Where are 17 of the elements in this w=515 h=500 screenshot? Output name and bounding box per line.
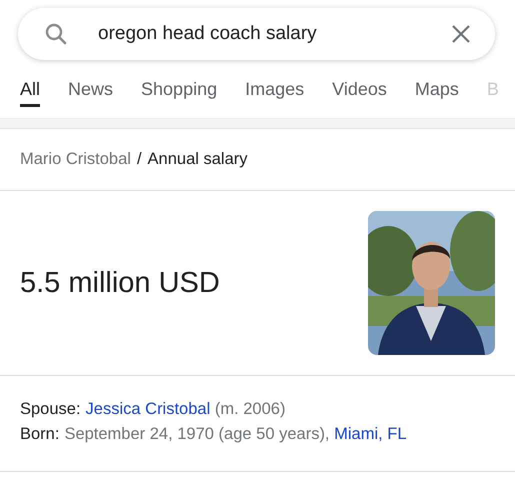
salary-value: 5.5 million USD — [20, 266, 220, 300]
fact-line: Spouse: Jessica Cristobal (m. 2006) — [20, 399, 286, 420]
tab[interactable]: Shopping — [141, 79, 218, 107]
search-icon — [44, 22, 68, 46]
tab[interactable]: Images — [245, 79, 304, 107]
breadcrumb-attribute: Annual salary — [148, 150, 248, 170]
fact-line: Born: September 24, 1970 (age 50 years), Miami, FL — [20, 424, 408, 445]
fact-link[interactable]: Jessica Cristobal — [86, 400, 210, 418]
breadcrumb-separator: / — [136, 150, 142, 170]
tab[interactable]: All — [20, 79, 40, 107]
search-field[interactable]: oregon head coach salary — [18, 8, 495, 60]
breadcrumb-link[interactable]: Mario Cristobal — [20, 150, 131, 190]
fact-link[interactable]: Miami, FL — [334, 425, 407, 443]
tab[interactable]: News — [68, 79, 114, 107]
tab[interactable]: Videos — [332, 79, 387, 107]
close-icon[interactable] — [451, 24, 471, 44]
tab[interactable]: Maps — [414, 79, 459, 107]
